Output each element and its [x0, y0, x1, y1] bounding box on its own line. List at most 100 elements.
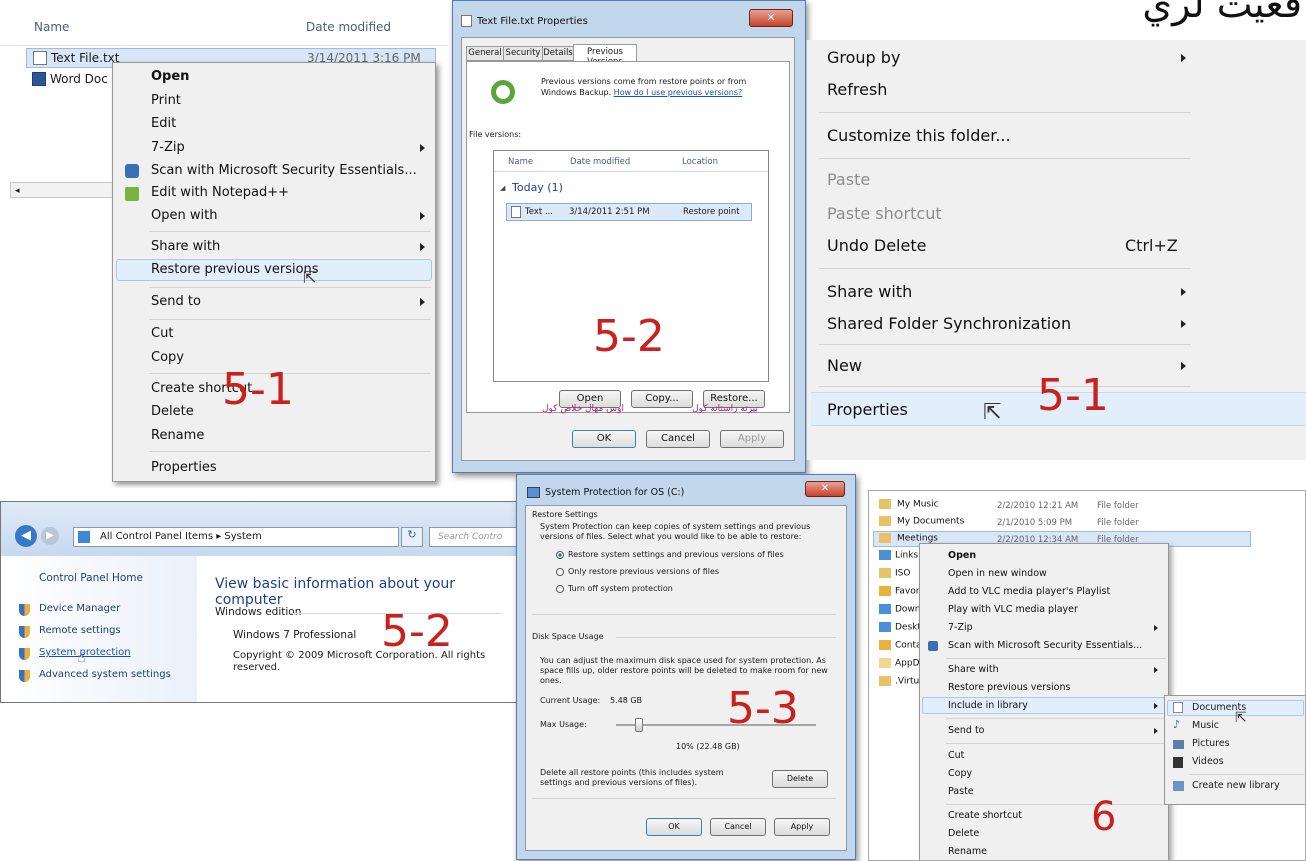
back-button[interactable]: ◀	[15, 525, 37, 547]
collapse-icon[interactable]: ◢	[500, 184, 505, 192]
menu-item-add-vlc[interactable]: Add to VLC media player's Playlist	[948, 586, 1110, 597]
submenu-pictures[interactable]: Pictures	[1192, 738, 1230, 749]
scroll-left-icon[interactable]: ◂	[15, 186, 20, 196]
delete-button[interactable]: Delete	[772, 770, 828, 788]
column-date-header[interactable]: Date modified	[306, 20, 391, 34]
menu-item-shared-folder-sync[interactable]: Shared Folder Synchronization	[827, 314, 1071, 333]
cancel-button[interactable]: Cancel	[710, 818, 766, 836]
menu-item-cut[interactable]: Cut	[151, 326, 173, 341]
folder-row[interactable]: My Music	[879, 499, 939, 510]
menu-item-create-shortcut[interactable]: Create shortcut	[948, 810, 1022, 821]
version-row[interactable]: Text ... 3/14/2011 2:51 PM Restore point	[506, 203, 752, 221]
group-today[interactable]: Today (1)	[512, 181, 563, 194]
menu-item-refresh[interactable]: Refresh	[827, 80, 887, 99]
close-button[interactable]: ✕	[805, 481, 845, 497]
folder-row[interactable]: My Documents	[879, 516, 964, 527]
menu-separator	[819, 386, 1191, 387]
side-item[interactable]: ISO	[879, 568, 910, 579]
ok-button[interactable]: OK	[646, 818, 702, 836]
file-row-word[interactable]: Word Doc -	[26, 70, 126, 90]
tab-security[interactable]: Security	[503, 46, 543, 61]
menu-item-undo-delete[interactable]: Undo Delete	[827, 236, 926, 255]
col-date[interactable]: Date modified	[570, 157, 630, 167]
side-item[interactable]: Links	[879, 550, 918, 561]
ok-button[interactable]: OK	[572, 430, 636, 448]
menu-item-scan[interactable]: Scan with Microsoft Security Essentials.…	[151, 163, 417, 178]
device-manager-link[interactable]: Device Manager	[39, 603, 120, 614]
menu-item-share-with[interactable]: Share with	[151, 239, 220, 254]
tab-details[interactable]: Details	[542, 46, 574, 61]
menu-item-properties[interactable]: Properties	[827, 400, 908, 419]
menu-item-share-with[interactable]: Share with	[948, 664, 999, 675]
menu-item-scan[interactable]: Scan with Microsoft Security Essentials.…	[948, 640, 1142, 651]
radio[interactable]	[556, 585, 564, 593]
menu-item-open[interactable]: Open	[948, 550, 976, 561]
cancel-button[interactable]: Cancel	[646, 430, 710, 448]
menu-item-cut[interactable]: Cut	[948, 750, 964, 761]
control-panel-home-link[interactable]: Control Panel Home	[39, 572, 143, 584]
option-restore-all[interactable]: Restore system settings and previous ver…	[568, 550, 784, 559]
submenu-create-library[interactable]: Create new library	[1192, 780, 1280, 791]
side-item[interactable]: Down	[879, 604, 921, 615]
menu-item-delete[interactable]: Delete	[948, 828, 979, 839]
menu-item-send-to[interactable]: Send to	[151, 294, 201, 309]
menu-item-properties[interactable]: Properties	[151, 460, 217, 475]
menu-item-group-by[interactable]: Group by	[827, 48, 900, 67]
forward-button[interactable]: ▶	[41, 527, 59, 545]
close-button[interactable]: ✕	[749, 9, 793, 27]
menu-item-restore-previous[interactable]: Restore previous versions	[948, 682, 1070, 693]
col-name[interactable]: Name	[508, 157, 533, 167]
side-item[interactable]: Favori	[879, 586, 922, 597]
menu-item-play-vlc[interactable]: Play with VLC media player	[948, 604, 1078, 615]
advanced-settings-link[interactable]: Advanced system settings	[39, 669, 171, 680]
menu-item-paste-shortcut[interactable]: Paste shortcut	[827, 204, 942, 223]
menu-item-edit[interactable]: Edit	[151, 116, 176, 131]
refresh-button[interactable]: ↻	[401, 527, 423, 547]
menu-item-copy[interactable]: Copy	[948, 768, 972, 779]
horizontal-scrollbar[interactable]: ◂	[10, 182, 120, 198]
radio[interactable]	[556, 568, 564, 576]
slider-thumb[interactable]	[635, 718, 643, 732]
folder-row-meetings[interactable]: Meetings	[879, 533, 938, 544]
menu-item-paste[interactable]: Paste	[948, 786, 974, 797]
menu-item-rename[interactable]: Rename	[151, 428, 204, 443]
submenu-music[interactable]: Music	[1192, 720, 1219, 731]
menu-item-paste[interactable]: Paste	[827, 170, 870, 189]
apply-button[interactable]: Apply	[720, 430, 784, 448]
option-restore-files[interactable]: Only restore previous versions of files	[568, 567, 719, 576]
menu-item-share-with[interactable]: Share with	[827, 282, 912, 301]
menu-item-delete[interactable]: Delete	[151, 404, 194, 419]
copy-button[interactable]: Copy...	[631, 390, 693, 408]
search-box[interactable]: Search Contro	[429, 527, 517, 547]
side-item[interactable]: .Virtu	[879, 676, 919, 687]
menu-item-restore-previous[interactable]: Restore previous versions	[151, 262, 319, 277]
side-item[interactable]: Deskt	[879, 622, 921, 633]
side-item[interactable]: AppD	[879, 658, 920, 669]
menu-item-customize[interactable]: Customize this folder...	[827, 126, 1011, 145]
radio-selected[interactable]	[556, 551, 564, 559]
menu-item-7zip[interactable]: 7-Zip	[151, 140, 185, 155]
side-item[interactable]: Conta	[879, 640, 922, 651]
menu-item-open-with[interactable]: Open with	[151, 208, 217, 223]
menu-item-new[interactable]: New	[827, 356, 862, 375]
column-name-header[interactable]: Name	[34, 20, 69, 34]
remote-settings-link[interactable]: Remote settings	[39, 625, 121, 636]
menu-item-rename[interactable]: Rename	[948, 846, 987, 857]
menu-item-open[interactable]: Open	[151, 69, 189, 84]
apply-button[interactable]: Apply	[774, 818, 830, 836]
menu-item-print[interactable]: Print	[151, 93, 181, 108]
menu-item-open-new-window[interactable]: Open in new window	[948, 568, 1047, 579]
folder-icon	[879, 658, 891, 668]
address-bar[interactable]: All Control Panel Items ▸ System	[73, 527, 399, 547]
menu-item-7zip[interactable]: 7-Zip	[948, 622, 973, 633]
option-turn-off[interactable]: Turn off system protection	[568, 584, 673, 593]
help-link[interactable]: How do I use previous versions?	[614, 88, 743, 97]
menu-item-edit-notepadpp[interactable]: Edit with Notepad++	[151, 185, 289, 200]
menu-item-include-library[interactable]: Include in library	[948, 700, 1028, 711]
menu-item-send-to[interactable]: Send to	[948, 725, 984, 736]
submenu-videos[interactable]: Videos	[1192, 756, 1224, 767]
tab-previous-versions[interactable]: Previous Versions	[573, 44, 637, 67]
col-location[interactable]: Location	[682, 157, 718, 167]
menu-item-copy[interactable]: Copy	[151, 350, 184, 365]
tab-general[interactable]: General	[466, 46, 504, 61]
